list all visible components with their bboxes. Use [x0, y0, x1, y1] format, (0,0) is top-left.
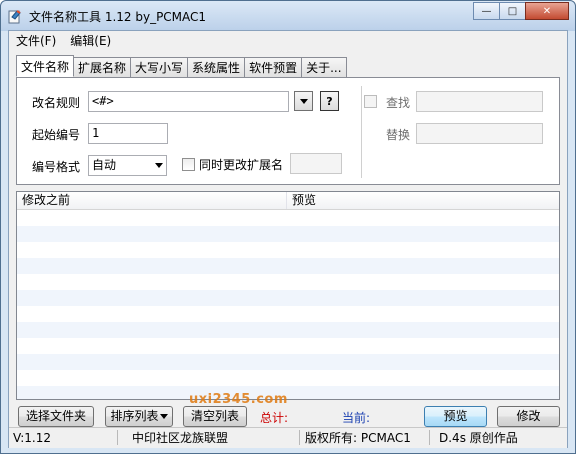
status-bar: V:1.12 中印社区 龙族联盟 版权所有: PCMAC1 D.4s 原创作品 — [9, 427, 567, 448]
tab-strip: 文件名称 扩展名称 大写小写 系统属性 软件预置 关于... — [16, 55, 347, 78]
tab-attributes[interactable]: 系统属性 — [187, 57, 246, 77]
status-divider — [117, 430, 118, 445]
list-row-stripe — [17, 354, 559, 370]
minimize-button[interactable]: — — [473, 2, 500, 20]
format-label: 编号格式 — [32, 160, 81, 174]
format-select[interactable]: 自动 — [88, 155, 167, 176]
sort-list-button[interactable]: 排序列表 — [105, 406, 173, 427]
list-row-stripe — [17, 258, 559, 274]
start-number-input[interactable]: 1 — [88, 123, 168, 144]
chevron-down-icon — [155, 163, 163, 168]
find-label: 查找 — [386, 96, 411, 110]
find-checkbox[interactable] — [364, 95, 377, 108]
replace-input[interactable] — [416, 123, 543, 144]
menu-bar: 文件(F) 编辑(E) — [9, 31, 567, 51]
rename-tool-icon — [8, 10, 21, 24]
sort-list-label: 排序列表 — [110, 409, 159, 423]
menu-edit[interactable]: 编辑(E) — [63, 31, 118, 51]
format-select-value: 自动 — [92, 158, 117, 172]
tab-about[interactable]: 关于... — [301, 57, 347, 77]
status-divider — [429, 430, 430, 445]
status-community: 中印社区 — [132, 431, 181, 445]
caption-buttons: — □ ✕ — [473, 2, 569, 21]
close-button[interactable]: ✕ — [525, 2, 569, 20]
file-list[interactable]: 修改之前 预览 — [16, 191, 560, 400]
tab-extension[interactable]: 扩展名称 — [73, 57, 132, 77]
status-league: 龙族联盟 — [180, 431, 229, 445]
column-before[interactable]: 修改之前 — [17, 192, 287, 209]
file-list-header: 修改之前 预览 — [17, 192, 559, 210]
client-area: 文件(F) 编辑(E) 文件名称 扩展名称 大写小写 系统属性 软件预置 关于.… — [8, 30, 568, 448]
tab-panel-filename: 改名规则 <#> ? 起始编号 1 编号格式 自动 同时更改扩展名 查找 替换 — [16, 77, 560, 185]
list-row-stripe — [17, 386, 559, 399]
panel-divider — [361, 86, 362, 178]
ext-sync-label: 同时更改扩展名 — [199, 158, 284, 172]
ext-sync-checkbox[interactable] — [182, 158, 195, 171]
status-version: V:1.12 — [13, 431, 51, 445]
rule-dropdown-button[interactable] — [294, 91, 313, 111]
title-bar[interactable]: 文件名称工具 1.12 by_PCMAC1 — □ ✕ — [1, 1, 575, 30]
status-divider — [299, 430, 300, 445]
menu-file[interactable]: 文件(F) — [9, 31, 63, 51]
rule-label: 改名规则 — [32, 96, 81, 110]
app-window: 文件名称工具 1.12 by_PCMAC1 — □ ✕ 文件(F) 编辑(E) … — [0, 0, 576, 454]
total-label: 总计: — [260, 411, 289, 425]
current-label: 当前: — [342, 411, 371, 425]
help-button[interactable]: ? — [320, 91, 339, 111]
tab-case[interactable]: 大写小写 — [130, 57, 189, 77]
clear-list-button[interactable]: 清空列表 — [183, 406, 247, 427]
tab-filename[interactable]: 文件名称 — [16, 55, 75, 77]
window-title: 文件名称工具 1.12 by_PCMAC1 — [29, 10, 207, 24]
chevron-down-icon — [299, 98, 308, 104]
status-copyright: 版权所有: PCMAC1 — [305, 431, 411, 445]
tab-presets[interactable]: 软件预置 — [244, 57, 303, 77]
modify-button[interactable]: 修改 — [497, 406, 560, 427]
maximize-button[interactable]: □ — [499, 2, 526, 20]
select-folder-button[interactable]: 选择文件夹 — [18, 406, 94, 427]
list-row-stripe — [17, 290, 559, 306]
list-row-stripe — [17, 322, 559, 338]
start-label: 起始编号 — [32, 128, 81, 142]
rule-input[interactable]: <#> — [88, 91, 289, 112]
watermark-text: uxi2345.com — [189, 392, 288, 407]
replace-label: 替换 — [386, 128, 411, 142]
chevron-down-icon — [159, 414, 168, 419]
find-input[interactable] — [416, 91, 543, 112]
status-original: D.4s 原创作品 — [439, 431, 518, 445]
list-row-stripe — [17, 226, 559, 242]
ext-sync-input[interactable] — [290, 153, 342, 174]
preview-button[interactable]: 预览 — [424, 406, 487, 427]
column-preview[interactable]: 预览 — [287, 192, 559, 209]
